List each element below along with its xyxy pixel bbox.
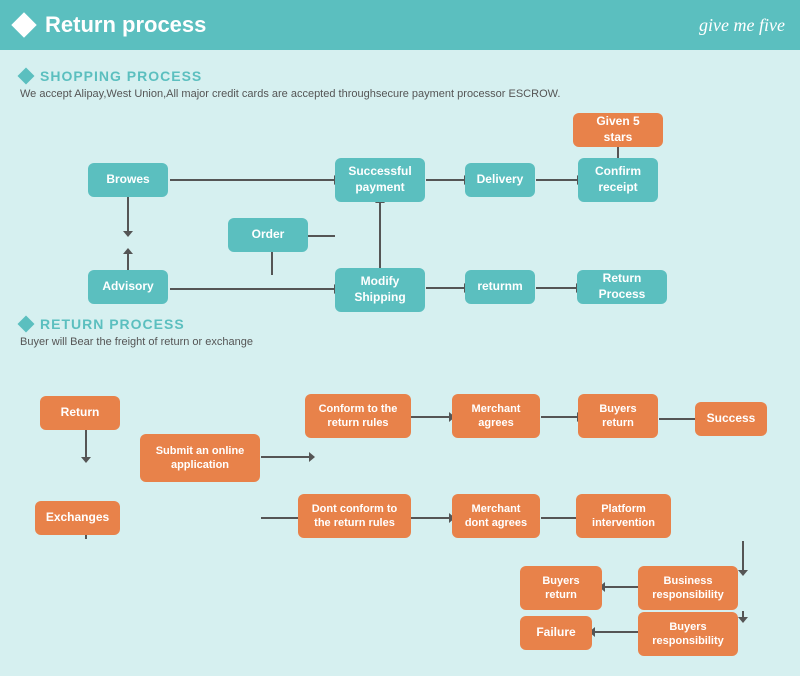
box-browes: Browes	[88, 163, 168, 197]
box-dont-conform: Dont conform to the return rules	[298, 494, 411, 538]
header-diamond-icon	[11, 12, 36, 37]
box-advisory: Advisory	[88, 270, 168, 304]
box-returnm: returnm	[465, 270, 535, 304]
header: Return process give me five	[0, 0, 800, 50]
box-modify-shipping: Modify Shipping	[335, 268, 425, 312]
box-given-5-stars: Given 5 stars	[573, 113, 663, 147]
box-business-resp: Business responsibility	[638, 566, 738, 610]
shopping-description: We accept Alipay,West Union,All major cr…	[20, 88, 780, 100]
return-diamond-icon	[18, 316, 35, 333]
shopping-flow: Browes Order Advisory Successful payment…	[20, 108, 780, 308]
box-delivery: Delivery	[465, 163, 535, 197]
box-return-process: Return Process	[577, 270, 667, 304]
box-buyers-resp: Buyers responsibility	[638, 612, 738, 656]
box-exchanges: Exchanges	[35, 501, 120, 535]
box-success: Success	[695, 402, 767, 436]
return-flow: Return Exchanges Submit an online applic…	[20, 356, 780, 646]
box-return: Return	[40, 396, 120, 430]
box-merchant-agrees: Merchant agrees	[452, 394, 540, 438]
return-section: RETURN PROCESS Buyer will Bear the freig…	[20, 316, 780, 646]
brand-label: give me five	[699, 15, 785, 36]
box-order: Order	[228, 218, 308, 252]
box-conform-rules: Conform to the return rules	[305, 394, 411, 438]
box-confirm-receipt: Confirm receipt	[578, 158, 658, 202]
header-title: Return process	[45, 12, 206, 38]
return-section-title: RETURN PROCESS	[40, 316, 185, 332]
box-successful-payment: Successful payment	[335, 158, 425, 202]
return-description: Buyer will Bear the freight of return or…	[20, 336, 780, 348]
shopping-section: SHOPPING PROCESS We accept Alipay,West U…	[20, 68, 780, 308]
box-buyers-return2: Buyers return	[520, 566, 602, 610]
shopping-section-title: SHOPPING PROCESS	[40, 68, 202, 84]
box-merchant-dont: Merchant dont agrees	[452, 494, 540, 538]
box-buyers-return1: Buyers return	[578, 394, 658, 438]
box-platform-intervention: Platform intervention	[576, 494, 671, 538]
box-submit-online: Submit an online application	[140, 434, 260, 482]
box-failure: Failure	[520, 616, 592, 650]
shopping-diamond-icon	[18, 68, 35, 85]
